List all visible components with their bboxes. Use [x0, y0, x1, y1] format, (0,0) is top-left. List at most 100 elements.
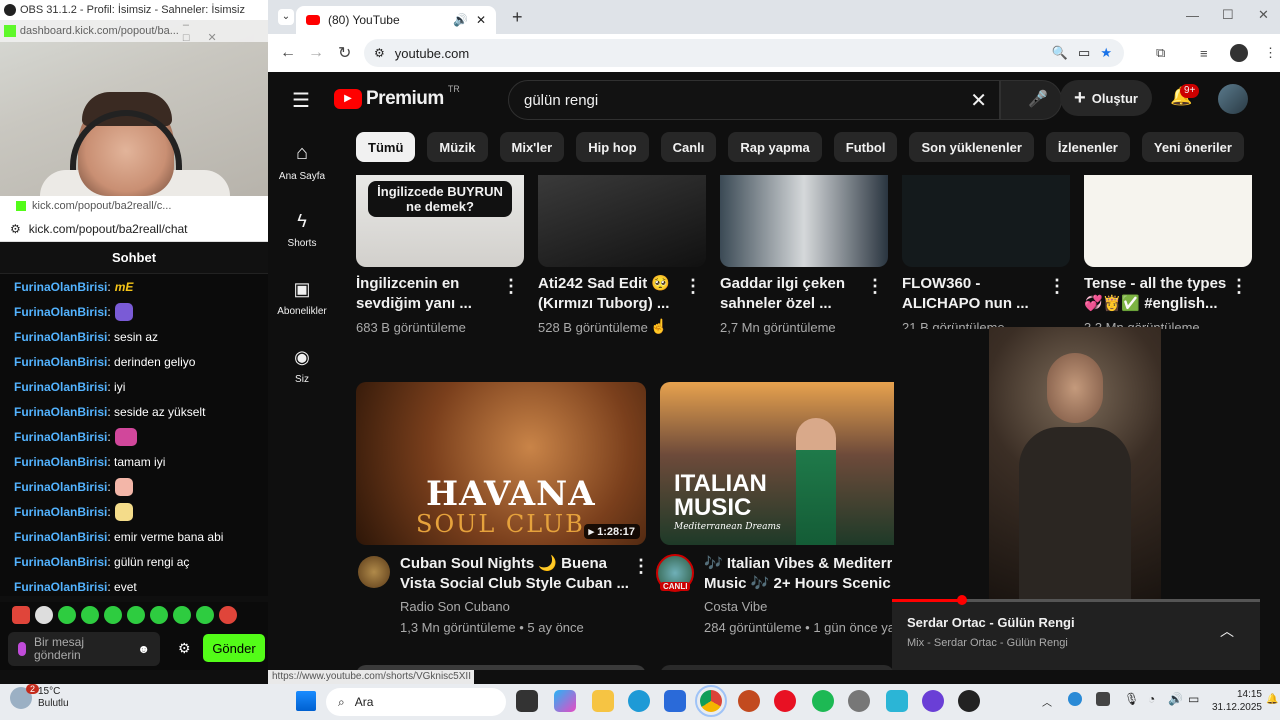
- new-tab-icon[interactable]: +: [512, 7, 523, 28]
- emote-shortcut[interactable]: [196, 606, 214, 624]
- store-icon[interactable]: [664, 690, 686, 712]
- video-thumbnail-partial[interactable]: [660, 665, 894, 670]
- channel-name[interactable]: Costa Vibe: [704, 599, 767, 614]
- bookmark-star-icon[interactable]: ★: [1100, 45, 1112, 61]
- forward-icon[interactable]: →: [308, 44, 324, 62]
- chrome-icon[interactable]: [695, 685, 727, 717]
- hamburger-menu-icon[interactable]: ☰: [292, 88, 310, 113]
- back-icon[interactable]: ←: [280, 44, 296, 62]
- profile-avatar[interactable]: [1230, 44, 1248, 62]
- notepad-icon[interactable]: [886, 690, 908, 712]
- video-thumbnail[interactable]: HAVANA SOUL CLUB ▸ 1:28:17: [356, 382, 646, 545]
- kick-popout-titlebar[interactable]: dashboard.kick.com/popout/ba... –□✕: [0, 19, 268, 44]
- emote-shortcut[interactable]: [173, 606, 191, 624]
- miniplayer-video[interactable]: [989, 327, 1161, 599]
- account-avatar[interactable]: [1218, 84, 1248, 114]
- chip[interactable]: Mix'ler: [499, 132, 565, 162]
- youtube-logo[interactable]: ▶ Premium TR: [334, 84, 460, 110]
- media-app-icon[interactable]: [774, 690, 796, 712]
- clock[interactable]: 14:15 31.12.2025: [1210, 688, 1262, 714]
- emote-shortcut[interactable]: [219, 606, 237, 624]
- more-options-icon[interactable]: ⋮: [1230, 277, 1248, 295]
- chip[interactable]: Futbol: [833, 132, 898, 162]
- volume-icon[interactable]: 🔊: [1168, 692, 1183, 706]
- chat-settings-icon[interactable]: ⚙: [178, 640, 191, 657]
- chat-username[interactable]: FurinaOlanBirisi: [14, 380, 107, 394]
- reload-icon[interactable]: ↻: [338, 43, 351, 63]
- more-options-icon[interactable]: ⋮: [684, 277, 702, 295]
- short-thumbnail[interactable]: [1084, 175, 1252, 267]
- chip[interactable]: Canlı: [660, 132, 717, 162]
- more-options-icon[interactable]: ⋮: [632, 557, 650, 575]
- emote-shortcut[interactable]: [81, 606, 99, 624]
- miniplayer-progress-track[interactable]: [892, 599, 1260, 602]
- window-maximize-icon[interactable]: ☐: [1222, 7, 1234, 23]
- short-thumbnail[interactable]: İngilizcede BUYRUN ne demek?: [356, 175, 524, 267]
- tray-overflow-icon[interactable]: ︿: [1042, 694, 1052, 709]
- chat-message-input[interactable]: Bir mesaj gönderin ☻: [8, 632, 160, 666]
- more-options-icon[interactable]: ⋮: [1048, 277, 1066, 295]
- tray-app-icon[interactable]: [1096, 692, 1110, 706]
- short-title[interactable]: FLOW360 - ALICHAPO nun ...: [902, 274, 1042, 314]
- weather-widget[interactable]: 2 15°C Bulutlu: [10, 684, 69, 710]
- video-title[interactable]: Cuban Soul Nights 🌙 Buena Vista Social Cl…: [400, 554, 629, 594]
- window-controls[interactable]: –□✕: [183, 19, 258, 44]
- microphone-icon[interactable]: [18, 642, 26, 656]
- create-button[interactable]: + Oluştur: [1060, 80, 1152, 116]
- chat-username[interactable]: FurinaOlanBirisi: [14, 355, 107, 369]
- short-title[interactable]: İngilizcenin en sevdiğim yanı ...: [356, 274, 496, 314]
- media-control-icon[interactable]: ≡: [1200, 46, 1208, 61]
- video-thumbnail[interactable]: ITALIAN MUSIC Mediterranean Dreams: [660, 382, 894, 545]
- settings-icon[interactable]: [848, 690, 870, 712]
- chat-username[interactable]: FurinaOlanBirisi: [14, 580, 107, 594]
- task-view-icon[interactable]: [516, 690, 538, 712]
- chat-username[interactable]: FurinaOlanBirisi: [14, 530, 107, 544]
- zoom-icon[interactable]: 🔍: [1052, 45, 1068, 61]
- chip[interactable]: Son yüklenenler: [909, 132, 1034, 162]
- taskbar-search[interactable]: ⌕ Ara: [326, 688, 506, 716]
- chat-username[interactable]: FurinaOlanBirisi: [14, 330, 107, 344]
- short-title[interactable]: Ati242 Sad Edit 🥺 (Kırmızı Tuborg) ...: [538, 274, 678, 314]
- search-input[interactable]: gülün rengi ✕: [508, 80, 1000, 120]
- clear-search-icon[interactable]: ✕: [970, 88, 987, 113]
- chat-window-titlebar[interactable]: kick.com/popout/ba2reall/c...: [0, 196, 268, 216]
- emote-shortcut[interactable]: [35, 606, 53, 624]
- sidebar-item-home[interactable]: ⌂ Ana Sayfa: [268, 128, 336, 196]
- chip[interactable]: İzlenenler: [1045, 132, 1130, 162]
- sidebar-item-shorts[interactable]: ϟ Shorts: [268, 196, 336, 264]
- channel-avatar[interactable]: [358, 556, 390, 588]
- window-minimize-icon[interactable]: —: [1186, 8, 1199, 23]
- send-button[interactable]: Gönder: [203, 634, 265, 662]
- app2-icon[interactable]: [922, 690, 944, 712]
- chip[interactable]: Tümü: [356, 132, 416, 162]
- emote-shortcuts[interactable]: [0, 602, 268, 628]
- short-thumbnail[interactable]: [902, 175, 1070, 267]
- emote-shortcut[interactable]: [150, 606, 168, 624]
- chat-username[interactable]: FurinaOlanBirisi: [14, 305, 107, 319]
- chat-username[interactable]: FurinaOlanBirisi: [14, 480, 107, 494]
- extensions-icon[interactable]: ⧉: [1156, 45, 1165, 61]
- chip[interactable]: Yeni öneriler: [1141, 132, 1244, 162]
- battery-icon[interactable]: ▭: [1188, 692, 1199, 706]
- site-info-icon[interactable]: ⚙: [10, 222, 21, 236]
- expand-chevron-icon[interactable]: ︿: [1220, 621, 1234, 641]
- chat-username[interactable]: FurinaOlanBirisi: [14, 430, 107, 444]
- more-options-icon[interactable]: ⋮: [866, 277, 884, 295]
- voice-search-icon[interactable]: 🎤: [1020, 82, 1056, 118]
- start-button-icon[interactable]: [296, 691, 316, 711]
- tab-close-icon[interactable]: ✕: [476, 13, 486, 27]
- edge-icon[interactable]: [628, 690, 650, 712]
- sidebar-item-subscriptions[interactable]: ▣ Abonelikler: [268, 264, 336, 332]
- emote-shortcut[interactable]: [104, 606, 122, 624]
- speaker-icon[interactable]: 🔊: [453, 13, 468, 27]
- site-info-icon[interactable]: ⚙: [374, 46, 385, 60]
- emoji-icon[interactable]: ☻: [137, 642, 150, 656]
- more-options-icon[interactable]: ⋮: [502, 277, 520, 295]
- tab-search-icon[interactable]: ⌄: [278, 9, 294, 25]
- menu-kebab-icon[interactable]: ⋮: [1264, 45, 1277, 61]
- chip[interactable]: Müzik: [427, 132, 488, 162]
- chat-message-list[interactable]: FurinaOlanBirisi: mE FurinaOlanBirisi: Fu…: [0, 274, 268, 596]
- short-thumbnail[interactable]: [538, 175, 706, 267]
- tray-mic-icon[interactable]: 🎙: [1124, 692, 1139, 706]
- file-explorer-icon[interactable]: [592, 690, 614, 712]
